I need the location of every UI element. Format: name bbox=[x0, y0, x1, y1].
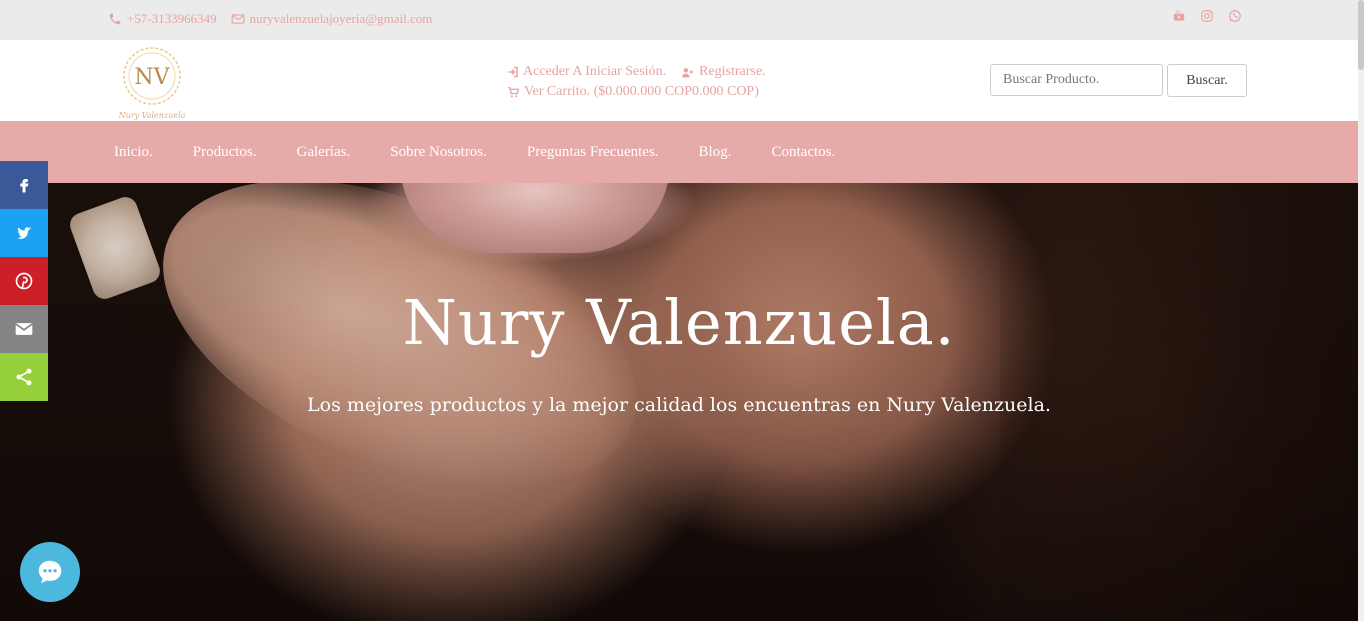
search-input[interactable] bbox=[990, 64, 1163, 96]
email-link[interactable]: nuryvalenzuelajoyeria@gmail.com bbox=[231, 11, 433, 27]
nav-item-productos[interactable]: Productos. bbox=[193, 144, 257, 161]
email-icon bbox=[15, 323, 33, 335]
pinterest-icon bbox=[15, 272, 33, 290]
user-links: Acceder A Iniciar Sesión. Registrarse. V… bbox=[507, 62, 766, 102]
phone-icon bbox=[109, 13, 121, 25]
cart-icon bbox=[508, 86, 520, 97]
register-label: Registrarse. bbox=[699, 64, 766, 79]
sign-in-icon bbox=[508, 66, 518, 78]
youtube-icon[interactable]: You bbox=[1172, 9, 1186, 23]
email-text: nuryvalenzuelajoyeria@gmail.com bbox=[249, 11, 433, 26]
cart-label: Ver Carrito. ($0.000.000 COP0.000 COP) bbox=[524, 84, 759, 99]
share-more[interactable] bbox=[0, 353, 48, 401]
phone-text: +57-3133966349 bbox=[127, 11, 217, 26]
envelope-icon bbox=[231, 14, 245, 24]
share-facebook[interactable] bbox=[0, 161, 48, 209]
nav-item-inicio[interactable]: Inicio. bbox=[114, 144, 153, 161]
nav-item-contactos[interactable]: Contactos. bbox=[771, 144, 835, 161]
chat-widget-button[interactable] bbox=[20, 542, 80, 602]
logo[interactable]: NV Nury Valenzuela bbox=[108, 42, 196, 122]
scrollbar[interactable] bbox=[1358, 0, 1364, 621]
share-twitter[interactable] bbox=[0, 209, 48, 257]
nav-item-blog[interactable]: Blog. bbox=[699, 144, 732, 161]
social-links: You bbox=[1172, 9, 1242, 23]
share-bar bbox=[0, 161, 48, 401]
facebook-icon bbox=[20, 179, 29, 193]
share-pinterest[interactable] bbox=[0, 257, 48, 305]
user-plus-icon bbox=[682, 67, 693, 77]
cart-link[interactable]: Ver Carrito. ($0.000.000 COP0.000 COP) bbox=[507, 82, 759, 102]
nav-item-preguntas-frecuentes[interactable]: Preguntas Frecuentes. bbox=[527, 144, 659, 161]
hero-subtitle: Los mejores productos y la mejor calidad… bbox=[307, 394, 1051, 416]
logo-signature: Nury Valenzuela bbox=[118, 111, 186, 120]
nav-item-galerias[interactable]: Galerías. bbox=[297, 144, 351, 161]
search-form: Buscar. bbox=[990, 64, 1247, 97]
scrollbar-thumb[interactable] bbox=[1358, 0, 1364, 70]
share-email[interactable] bbox=[0, 305, 48, 353]
hero-banner: Nury Valenzuela. Los mejores productos y… bbox=[0, 183, 1358, 621]
main-nav: Inicio. Productos. Galerías. Sobre Nosot… bbox=[0, 121, 1358, 183]
search-button[interactable]: Buscar. bbox=[1167, 64, 1247, 97]
phone-link[interactable]: +57-3133966349 bbox=[108, 11, 217, 27]
contact-info: +57-3133966349 nuryvalenzuelajoyeria@gma… bbox=[108, 11, 432, 27]
site-header: NV Nury Valenzuela Acceder A Iniciar Ses… bbox=[0, 40, 1358, 121]
chat-bubble-icon bbox=[38, 560, 62, 584]
whatsapp-icon[interactable] bbox=[1228, 9, 1242, 23]
svg-text:You: You bbox=[1176, 10, 1182, 14]
login-label: Acceder A Iniciar Sesión. bbox=[523, 64, 667, 79]
twitter-icon bbox=[17, 227, 32, 239]
logo-image: NV Nury Valenzuela bbox=[118, 47, 186, 120]
register-link[interactable]: Registrarse. bbox=[680, 62, 766, 82]
top-bar: +57-3133966349 nuryvalenzuelajoyeria@gma… bbox=[0, 0, 1358, 40]
nav-item-sobre-nosotros[interactable]: Sobre Nosotros. bbox=[390, 144, 487, 161]
hero-title: Nury Valenzuela. bbox=[402, 286, 956, 359]
login-link[interactable]: Acceder A Iniciar Sesión. bbox=[507, 62, 666, 82]
logo-monogram: NV bbox=[134, 65, 170, 90]
instagram-icon[interactable] bbox=[1200, 9, 1214, 23]
share-icon bbox=[16, 368, 32, 386]
